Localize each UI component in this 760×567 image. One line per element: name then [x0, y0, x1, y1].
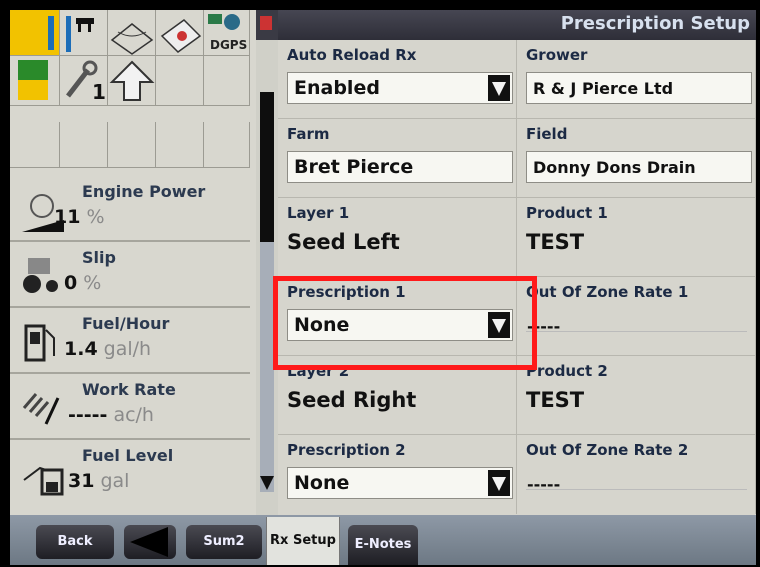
field-value: TEST [526, 388, 585, 412]
gauge-value: 0% [64, 272, 102, 294]
scroll-thumb[interactable] [260, 92, 274, 242]
work-rate-icon [22, 393, 60, 425]
grower-input[interactable]: R & J Pierce Ltd [526, 72, 752, 104]
gauge-label: Fuel Level [82, 446, 174, 465]
field-input[interactable]: Donny Dons Drain [526, 151, 752, 183]
back-button[interactable]: Back [36, 525, 114, 559]
fuel-level-icon [23, 466, 64, 496]
dropdown-value: Enabled [294, 77, 380, 99]
fuel-hour-gauge[interactable]: Fuel/Hour 1.4 gal/h [10, 310, 250, 374]
field-label: Auto Reload Rx [287, 46, 417, 64]
tractor-icon[interactable] [156, 10, 204, 56]
grower-field: Grower R & J Pierce Ltd [517, 40, 756, 119]
field-icon[interactable] [108, 10, 156, 56]
gauge-label: Engine Power [82, 182, 206, 201]
previous-button[interactable] [124, 525, 176, 559]
implement-icon[interactable] [60, 10, 108, 56]
bottom-softkey-bar: Back Sum2 Rx Setup E-Notes [10, 515, 756, 565]
gauge-value: 31 gal [68, 470, 130, 492]
field-value: Seed Left [287, 230, 400, 254]
prescription2-field: Prescription 2 None [278, 435, 517, 514]
dgps-icon[interactable]: DGPS [204, 10, 250, 56]
tab-e-notes[interactable]: E-Notes [348, 525, 418, 565]
divider [526, 331, 747, 332]
ozr1-field: Out Of Zone Rate 1 ----- [517, 277, 756, 356]
up-arrow-icon[interactable] [108, 56, 156, 106]
farm-field: Farm Bret Pierce [278, 119, 517, 198]
gauge-value: 1.4 gal/h [64, 338, 152, 360]
dropdown-value: None [294, 472, 350, 494]
field-label: Grower [526, 46, 588, 64]
wrench-count: 1 [92, 80, 106, 104]
ozr2-field: Out Of Zone Rate 2 ----- [517, 435, 756, 514]
input-value: Bret Pierce [294, 156, 414, 178]
field-label: Product 2 [526, 362, 608, 380]
scrollbar[interactable] [256, 10, 278, 515]
field-label: Field [526, 125, 568, 143]
gauge-label: Work Rate [82, 380, 176, 399]
field-value: Seed Right [287, 388, 417, 412]
scroll-down-arrow-icon[interactable] [258, 472, 276, 494]
field-label: Out Of Zone Rate 2 [526, 441, 689, 459]
ozr2-input[interactable]: ----- [527, 475, 560, 494]
product1-field: Product 1 TEST [517, 198, 756, 277]
field-label: Layer 1 [287, 204, 350, 222]
ground-speed-icon[interactable] [10, 10, 60, 56]
slip-gauge[interactable]: Slip 0% [10, 244, 250, 308]
field-label: Product 1 [526, 204, 608, 222]
gauge-value: ----- ac/h [68, 404, 154, 426]
empty-slot[interactable] [204, 122, 250, 168]
farm-input[interactable]: Bret Pierce [287, 151, 513, 183]
field-label: Prescription 2 [287, 441, 406, 459]
wrench-icon[interactable]: 1 [60, 56, 108, 106]
gauge-value: 11% [54, 206, 105, 228]
empty-slot[interactable] [10, 122, 60, 168]
gauge-label: Fuel/Hour [82, 314, 170, 333]
sum2-button[interactable]: Sum2 [186, 525, 262, 559]
empty-slot[interactable] [108, 122, 156, 168]
left-status-panel: DGPS 1 Engine Power 11% Slip 0% Fuel/Hou… [10, 10, 256, 515]
dropdown-arrow-icon[interactable] [488, 470, 510, 496]
input-value: R & J Pierce Ltd [533, 79, 674, 98]
input-value: Donny Dons Drain [533, 158, 696, 177]
highlight-box [273, 276, 537, 370]
fuel-level-gauge[interactable]: Fuel Level 31 gal [10, 442, 250, 506]
ladder-icon[interactable] [10, 56, 60, 106]
dgps-label: DGPS [210, 38, 248, 52]
field-label: Out Of Zone Rate 1 [526, 283, 689, 301]
empty-slot[interactable] [156, 122, 204, 168]
field-label: Farm [287, 125, 330, 143]
empty-slot[interactable] [60, 122, 108, 168]
page-title: Prescription Setup [560, 13, 750, 34]
divider [526, 489, 747, 490]
auto-reload-field: Auto Reload Rx Enabled [278, 40, 517, 119]
auto-reload-dropdown[interactable]: Enabled [287, 72, 513, 104]
product2-field: Product 2 TEST [517, 356, 756, 435]
engine-power-gauge[interactable]: Engine Power 11% [10, 178, 250, 242]
left-arrow-icon [130, 527, 168, 557]
gauge-label: Slip [82, 248, 116, 267]
scroll-top-bar [256, 10, 278, 40]
display-screen: DGPS 1 Engine Power 11% Slip 0% Fuel/Hou… [10, 10, 756, 565]
empty-slot[interactable] [156, 56, 204, 106]
field-value: TEST [526, 230, 585, 254]
empty-slot[interactable] [204, 56, 250, 106]
tab-rx-setup[interactable]: Rx Setup [266, 517, 340, 565]
dropdown-arrow-icon[interactable] [488, 75, 510, 101]
layer1-field: Layer 1 Seed Left [278, 198, 517, 277]
field-field: Field Donny Dons Drain [517, 119, 756, 198]
page-header: Prescription Setup [278, 10, 756, 40]
prescription2-dropdown[interactable]: None [287, 467, 513, 499]
work-rate-gauge[interactable]: Work Rate ----- ac/h [10, 376, 250, 440]
